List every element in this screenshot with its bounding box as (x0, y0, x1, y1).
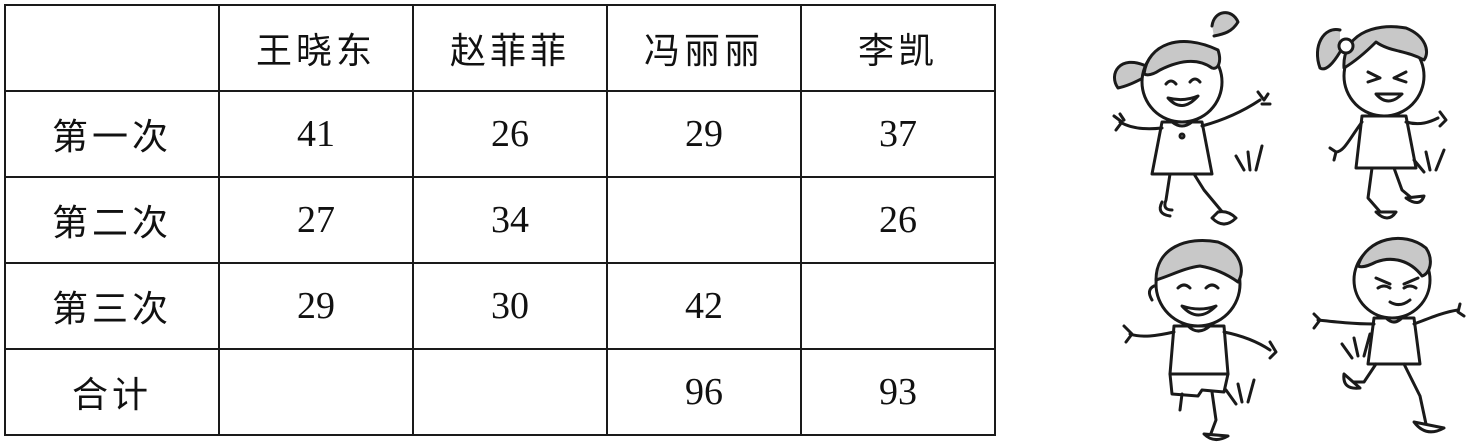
girl-pigtails-figure (1112, 11, 1272, 226)
score-cell: 26 (800, 176, 996, 264)
score-cell: 26 (412, 90, 608, 178)
header-zhao-feifei: 赵菲菲 (412, 4, 608, 92)
header-feng-lili: 冯丽丽 (606, 4, 802, 92)
score-cell: 27 (218, 176, 414, 264)
boy-jumping-figure (1122, 239, 1278, 441)
row-label: 第三次 (4, 262, 220, 350)
children-illustration (1100, 0, 1466, 442)
table-row: 第二次 27 34 26 (4, 176, 996, 264)
header-corner (4, 4, 220, 92)
header-li-kai: 李凯 (800, 4, 996, 92)
score-cell: 34 (412, 176, 608, 264)
score-table: 王晓东 赵菲菲 冯丽丽 李凯 第一次 41 26 29 37 第二次 27 34… (4, 4, 996, 436)
table-row: 第一次 41 26 29 37 (4, 90, 996, 178)
score-cell: 29 (606, 90, 802, 178)
row-label: 第二次 (4, 176, 220, 264)
row-label: 第一次 (4, 90, 220, 178)
score-cell: 42 (606, 262, 802, 350)
header-row: 王晓东 赵菲菲 冯丽丽 李凯 (4, 4, 996, 92)
table-row-total: 合计 96 93 (4, 348, 996, 436)
score-cell: 30 (412, 262, 608, 350)
boy-running-figure (1312, 236, 1466, 434)
row-label: 合计 (4, 348, 220, 436)
girl-ponytail-figure (1316, 25, 1448, 220)
score-cell: 41 (218, 90, 414, 178)
header-wang-xiaodong: 王晓东 (218, 4, 414, 92)
score-cell (800, 262, 996, 350)
score-cell (412, 348, 608, 436)
table-row: 第三次 29 30 42 (4, 262, 996, 350)
score-cell: 96 (606, 348, 802, 436)
score-cell: 29 (218, 262, 414, 350)
score-cell: 93 (800, 348, 996, 436)
score-cell (218, 348, 414, 436)
score-cell (606, 176, 802, 264)
score-cell: 37 (800, 90, 996, 178)
